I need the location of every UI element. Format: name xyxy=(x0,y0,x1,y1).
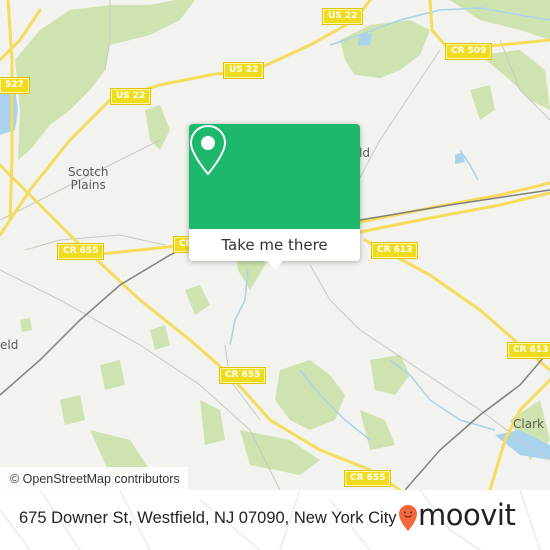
park-area xyxy=(15,0,195,160)
park-area xyxy=(60,395,85,425)
road-shield-us22: US 22 xyxy=(321,8,364,25)
lake xyxy=(0,88,18,135)
place-label-clark: Clark xyxy=(513,417,544,431)
road-shield-527: 527 xyxy=(0,77,30,94)
address-text: 675 Downer St, Westfield, NJ 07090, New … xyxy=(19,509,397,527)
road-shield-us22: US 22 xyxy=(109,88,152,105)
moovit-wordmark: moovit xyxy=(418,498,516,532)
road-shield-cr613: CR 613 xyxy=(506,342,550,359)
place-label-mountainside: ld xyxy=(359,146,370,160)
road-east-b xyxy=(358,191,550,234)
popup-header xyxy=(189,124,360,229)
park-area xyxy=(150,325,170,350)
lake xyxy=(455,152,465,164)
footer: 675 Downer St, Westfield, NJ 07090, New … xyxy=(0,490,550,550)
park-area xyxy=(200,400,225,445)
park-area xyxy=(100,360,125,390)
road-shield-cr613: CR 613 xyxy=(370,242,419,259)
park-area xyxy=(450,0,550,40)
road-shield-cr655: CR 655 xyxy=(56,243,105,260)
road-shield-cr509: CR 509 xyxy=(444,43,493,60)
road-shield-cr655: CR 655 xyxy=(343,470,392,487)
map-pin-icon xyxy=(189,124,227,176)
map-canvas[interactable]: US 22 US 22 US 22 527 CR 509 CR 655 CR C… xyxy=(0,0,550,490)
place-label-westfield: eld xyxy=(0,338,19,352)
park-area xyxy=(185,285,210,315)
popup-pointer xyxy=(267,261,283,270)
park-area xyxy=(360,410,395,450)
place-label-scotch-plains: Scotch Plains xyxy=(68,165,109,192)
park-area xyxy=(340,20,430,78)
park-area xyxy=(240,430,320,475)
take-me-there-button[interactable]: Take me there xyxy=(189,229,360,261)
park-area xyxy=(370,355,410,395)
park-area xyxy=(470,85,495,120)
road-shield-cr655: CR 655 xyxy=(218,367,267,384)
park-area xyxy=(20,318,32,332)
park-area xyxy=(275,360,345,430)
map-attribution[interactable]: © OpenStreetMap contributors xyxy=(0,467,188,490)
park-area xyxy=(145,105,170,150)
moovit-pin-icon xyxy=(399,505,417,531)
stream xyxy=(459,149,479,181)
road-east-a xyxy=(358,181,550,224)
location-popup: Take me there xyxy=(189,124,360,270)
road-shield-us22: US 22 xyxy=(222,62,265,79)
